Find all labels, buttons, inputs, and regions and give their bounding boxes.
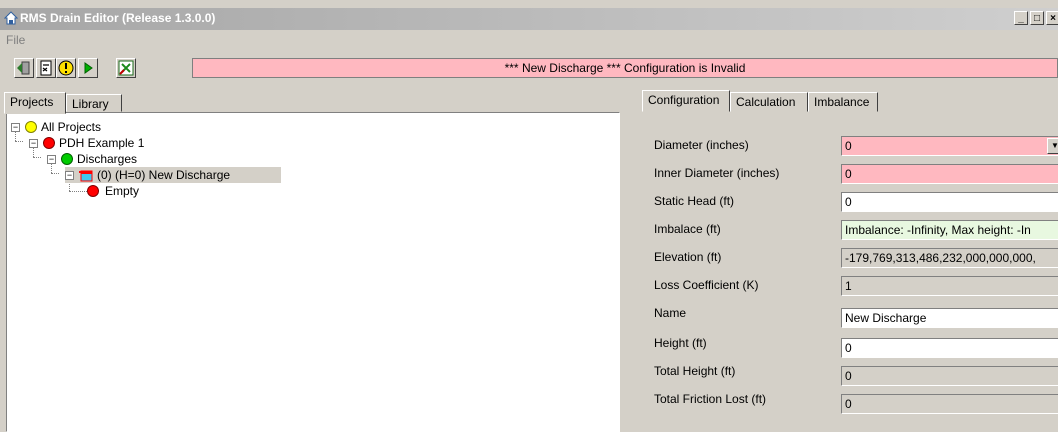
app-icon <box>4 11 18 25</box>
total-height-field: 0 <box>841 366 1058 386</box>
tree-label: (0) (H=0) New Discharge <box>97 168 231 182</box>
chevron-down-icon[interactable]: ▼ <box>1047 138 1058 154</box>
menu-file[interactable]: File <box>6 33 25 47</box>
tree-label: PDH Example 1 <box>59 136 145 150</box>
elevation-label: Elevation (ft) <box>654 250 722 264</box>
static-head-field[interactable]: 0 <box>841 192 1058 212</box>
tab-calculation[interactable]: Calculation <box>730 92 808 112</box>
total-friction-label: Total Friction Lost (ft) <box>654 392 767 406</box>
total-friction-field: 0 <box>841 394 1058 414</box>
project-tree[interactable]: − All Projects − PDH Example 1 − Dischar… <box>6 112 620 432</box>
tank-icon <box>79 170 93 182</box>
status-red-icon <box>87 185 99 197</box>
diameter-label: Diameter (inches) <box>654 138 749 152</box>
export-excel-button[interactable] <box>116 58 136 78</box>
play-icon <box>84 62 93 74</box>
collapse-icon[interactable]: − <box>47 155 56 164</box>
tree-connector <box>51 173 59 174</box>
calculate-button[interactable] <box>36 58 56 78</box>
maximize-button[interactable]: □ <box>1030 11 1044 25</box>
loss-coefficient-field: 1 <box>841 276 1058 296</box>
tab-library[interactable]: Library <box>66 94 122 112</box>
tree-label: Empty <box>105 184 140 198</box>
tree-label: All Projects <box>41 120 102 134</box>
diameter-select[interactable]: 0 ▼ <box>841 136 1058 156</box>
total-height-label: Total Height (ft) <box>654 364 736 378</box>
elevation-field: -179,769,313,486,232,000,000,000, <box>841 248 1058 268</box>
status-yellow-icon <box>25 121 37 133</box>
title-bar[interactable]: RMS Drain Editor (Release 1.3.0.0) _ □ × <box>0 8 1058 30</box>
status-red-icon <box>43 137 55 149</box>
tree-label: Discharges <box>77 152 138 166</box>
imbalance-field: Imbalance: -Infinity, Max height: -In <box>841 220 1058 240</box>
calculator-icon <box>40 60 52 76</box>
tab-projects[interactable]: Projects <box>4 92 66 114</box>
window-title: RMS Drain Editor (Release 1.3.0.0) <box>20 11 216 25</box>
tree-connector <box>33 157 41 158</box>
status-green-icon <box>61 153 73 165</box>
imbalance-label: Imbalace (ft) <box>654 222 721 236</box>
tree-connector <box>15 141 23 142</box>
toolbar: *** New Discharge *** Configuration is I… <box>0 54 1058 84</box>
static-head-label: Static Head (ft) <box>654 194 735 208</box>
tree-connector <box>69 191 87 192</box>
tab-configuration[interactable]: Configuration <box>642 90 730 112</box>
loss-coefficient-label: Loss Coefficient (K) <box>654 278 759 292</box>
minimize-button[interactable]: _ <box>1014 11 1028 25</box>
diameter-value: 0 <box>845 139 852 153</box>
run-button[interactable] <box>78 58 98 78</box>
close-button[interactable]: × <box>1046 11 1058 25</box>
exit-icon <box>17 61 30 75</box>
height-field[interactable]: 0 <box>841 338 1058 358</box>
name-label: Name <box>654 306 687 320</box>
configuration-form: Diameter (inches) 0 ▼ Inner Diameter (in… <box>634 110 1058 432</box>
collapse-icon[interactable]: − <box>29 139 38 148</box>
tab-imbalance[interactable]: Imbalance <box>808 92 878 112</box>
menu-bar: File <box>0 30 1058 52</box>
inner-diameter-field[interactable]: 0 <box>841 164 1058 184</box>
excel-icon <box>118 60 134 76</box>
name-field[interactable]: New Discharge <box>841 308 1058 328</box>
validate-button[interactable] <box>56 58 76 78</box>
collapse-icon[interactable]: − <box>11 123 20 132</box>
status-banner: *** New Discharge *** Configuration is I… <box>192 58 1058 78</box>
collapse-icon[interactable]: − <box>65 171 74 180</box>
height-label: Height (ft) <box>654 336 707 350</box>
tree-node-new-discharge[interactable]: − (0) (H=0) New Discharge <box>65 167 281 183</box>
inner-diameter-label: Inner Diameter (inches) <box>654 166 780 180</box>
panel-splitter[interactable] <box>624 86 632 432</box>
exit-button[interactable] <box>14 58 34 78</box>
warning-icon <box>58 60 74 76</box>
